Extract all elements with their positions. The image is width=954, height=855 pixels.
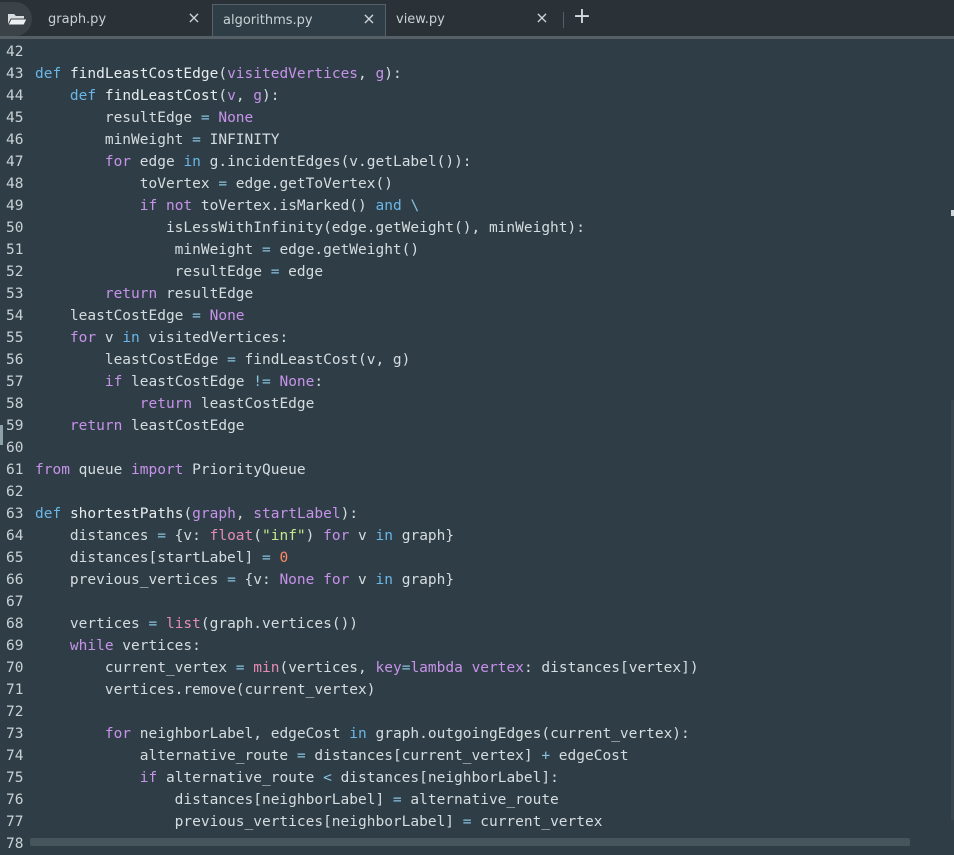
line-number: 78 bbox=[6, 836, 24, 852]
line-number: 64 bbox=[6, 528, 24, 544]
line-number: 45 bbox=[6, 110, 24, 126]
line-number: 55 bbox=[6, 330, 24, 346]
line-number: 68 bbox=[6, 616, 24, 632]
code-text[interactable]: def findLeastCost(v, g): bbox=[35, 85, 280, 107]
line-number: 73 bbox=[6, 726, 24, 742]
tab-algorithms-py[interactable]: algorithms.py × bbox=[212, 4, 386, 36]
line-number: 51 bbox=[6, 242, 24, 258]
line-number: 61 bbox=[6, 462, 24, 478]
close-icon[interactable]: × bbox=[534, 10, 550, 26]
code-text[interactable]: leastCostEdge = None bbox=[35, 305, 245, 327]
code-text[interactable]: minWeight = edge.getWeight() bbox=[35, 239, 419, 261]
code-text[interactable]: alternative_route = distances[current_ve… bbox=[35, 745, 629, 767]
line-number: 59 bbox=[6, 418, 24, 434]
code-text[interactable]: distances[startLabel] = 0 bbox=[35, 547, 288, 569]
folder-open-icon[interactable] bbox=[0, 2, 34, 36]
line-number: 50 bbox=[6, 220, 24, 236]
code-text[interactable]: for neighborLabel, edgeCost in graph.out… bbox=[35, 723, 690, 745]
code-text[interactable]: return resultEdge bbox=[35, 283, 253, 305]
code-text[interactable]: previous_vertices[neighborLabel] = curre… bbox=[35, 811, 603, 833]
line-number: 62 bbox=[6, 484, 24, 500]
code-text[interactable]: resultEdge = edge bbox=[35, 261, 323, 283]
code-text[interactable]: def findLeastCostEdge(visitedVertices, g… bbox=[35, 63, 402, 85]
line-number: 63 bbox=[6, 506, 24, 522]
line-number: 56 bbox=[6, 352, 24, 368]
code-text[interactable]: def shortestPaths(graph, startLabel): bbox=[35, 503, 358, 525]
code-text[interactable]: return leastCostEdge bbox=[35, 415, 245, 437]
line-number: 71 bbox=[6, 682, 24, 698]
code-text[interactable]: vertices = list(graph.vertices()) bbox=[35, 613, 358, 635]
line-number: 74 bbox=[6, 748, 24, 764]
code-text[interactable]: while vertices: bbox=[35, 635, 201, 657]
tab-divider bbox=[563, 12, 564, 28]
line-number: 70 bbox=[6, 660, 24, 676]
code-text[interactable]: if alternative_route < distances[neighbo… bbox=[35, 767, 559, 789]
tab-label: view.py bbox=[396, 12, 445, 27]
tab-label: graph.py bbox=[48, 12, 107, 27]
code-text[interactable]: minWeight = INFINITY bbox=[35, 129, 280, 151]
code-text[interactable]: current_vertex = min(vertices, key=lambd… bbox=[35, 657, 699, 679]
code-text[interactable]: vertices.remove(current_vertex) bbox=[35, 679, 376, 701]
code-text[interactable]: distances[neighborLabel] = alternative_r… bbox=[35, 789, 559, 811]
line-number: 46 bbox=[6, 132, 24, 148]
close-icon[interactable]: × bbox=[186, 10, 202, 26]
line-number: 58 bbox=[6, 396, 24, 412]
line-number: 49 bbox=[6, 198, 24, 214]
code-text[interactable]: isLessWithInfinity(edge.getWeight(), min… bbox=[35, 217, 585, 239]
gutter-marker bbox=[0, 425, 3, 445]
code-text[interactable]: for v in visitedVertices: bbox=[35, 327, 288, 349]
line-number: 42 bbox=[6, 44, 24, 60]
line-number: 72 bbox=[6, 704, 24, 720]
code-text[interactable]: resultEdge = None bbox=[35, 107, 253, 129]
tab-underline bbox=[0, 36, 954, 39]
horizontal-scrollbar[interactable] bbox=[30, 838, 910, 846]
line-number: 48 bbox=[6, 176, 24, 192]
line-number: 60 bbox=[6, 440, 24, 456]
line-number: 52 bbox=[6, 264, 24, 280]
close-icon[interactable]: × bbox=[361, 11, 377, 27]
tab-graph-py[interactable]: graph.py × bbox=[38, 4, 210, 36]
line-number: 53 bbox=[6, 286, 24, 302]
code-text[interactable]: if not toVertex.isMarked() and \ bbox=[35, 195, 419, 217]
code-editor[interactable]: 42 43 def findLeastCostEdge(visitedVertice… bbox=[0, 41, 954, 852]
line-number: 44 bbox=[6, 88, 24, 104]
plus-icon[interactable]: + bbox=[571, 4, 593, 30]
line-number: 69 bbox=[6, 638, 24, 654]
line-number: 77 bbox=[6, 814, 24, 830]
tab-label: algorithms.py bbox=[223, 13, 313, 28]
line-number: 43 bbox=[6, 66, 24, 82]
code-text[interactable]: leastCostEdge = findLeastCost(v, g) bbox=[35, 349, 411, 371]
code-text[interactable]: if leastCostEdge != None: bbox=[35, 371, 323, 393]
tab-bar: graph.py × algorithms.py × view.py × + bbox=[0, 0, 954, 36]
line-number: 76 bbox=[6, 792, 24, 808]
line-number: 65 bbox=[6, 550, 24, 566]
code-text[interactable]: distances = {v: float("inf") for v in gr… bbox=[35, 525, 454, 547]
code-text[interactable]: return leastCostEdge bbox=[35, 393, 315, 415]
line-number: 54 bbox=[6, 308, 24, 324]
code-text[interactable]: from queue import PriorityQueue bbox=[35, 459, 306, 481]
code-text[interactable]: toVertex = edge.getToVertex() bbox=[35, 173, 393, 195]
line-number: 66 bbox=[6, 572, 24, 588]
line-number: 57 bbox=[6, 374, 24, 390]
code-text[interactable]: for edge in g.incidentEdges(v.getLabel()… bbox=[35, 151, 472, 173]
line-number: 75 bbox=[6, 770, 24, 786]
line-number: 47 bbox=[6, 154, 24, 170]
tab-view-py[interactable]: view.py × bbox=[386, 4, 558, 36]
line-number: 67 bbox=[6, 594, 24, 610]
code-text[interactable]: previous_vertices = {v: None for v in gr… bbox=[35, 569, 454, 591]
